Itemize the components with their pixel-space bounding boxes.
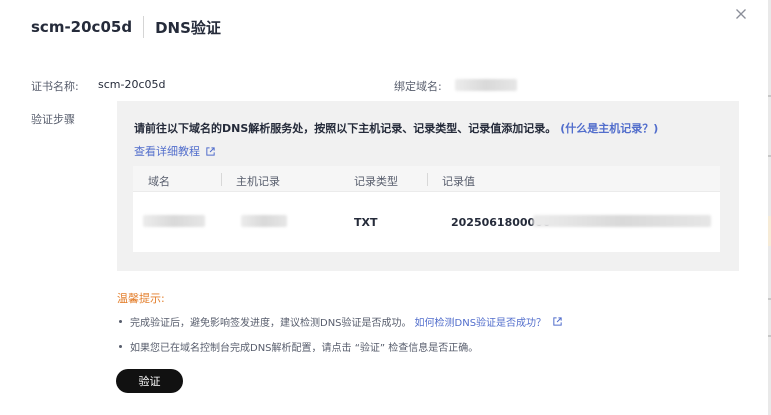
domain-cell-redacted — [143, 215, 205, 227]
dns-verify-dialog: scm-20c05d DNS验证 证书名称: scm-20c05d 绑定域名: … — [0, 0, 771, 415]
bound-domain-value-redacted — [455, 79, 517, 91]
tip2-text: 如果您已在域名控制台完成DNS解析配置，请点击 “验证” 检查信息是否正确。 — [130, 343, 479, 354]
what-is-host-record-link[interactable]: (什么是主机记录？) — [560, 122, 658, 135]
record-value-redacted — [533, 215, 711, 227]
close-button[interactable] — [733, 6, 749, 22]
external-link-icon — [206, 146, 215, 156]
cert-name-value: scm-20c05d — [98, 78, 166, 91]
host-record-cell-redacted — [241, 215, 287, 227]
certificate-id: scm-20c05d — [31, 18, 133, 36]
table-header: 域名 主机记录 记录类型 记录值 — [133, 166, 720, 192]
bound-domain-label: 绑定域名: — [394, 80, 442, 93]
tips-title: 温馨提示: — [117, 292, 165, 305]
tip1-text: 完成验证后，避免影响签发进度，建议检测DNS验证是否成功。 — [130, 318, 412, 329]
dns-instructions-panel: 请前往以下域名的DNS解析服务处，按照以下主机记录、记录类型、记录值添加记录。(… — [117, 101, 739, 271]
tip-item: 完成验证后，避免影响签发进度，建议检测DNS验证是否成功。 如何检测DNS验证是… — [119, 314, 563, 329]
view-tutorial-link[interactable]: 查看详细教程 — [134, 143, 216, 159]
column-host-record: 主机记录 — [236, 175, 280, 188]
column-separator — [221, 173, 222, 186]
bullet-icon — [119, 320, 122, 323]
bullet-icon — [119, 345, 122, 348]
view-tutorial-label: 查看详细教程 — [134, 145, 200, 158]
record-type-cell: TXT — [354, 216, 378, 229]
header-divider — [143, 16, 145, 38]
close-icon — [736, 9, 746, 19]
column-record-value: 记录值 — [442, 175, 475, 188]
dialog-header: scm-20c05d DNS验证 — [31, 14, 221, 40]
verify-steps-label: 验证步骤 — [31, 113, 75, 126]
dns-record-table: 域名 主机记录 记录类型 记录值 TXT 2025061800000 — [133, 166, 720, 252]
column-domain: 域名 — [148, 175, 170, 188]
how-to-check-dns-link[interactable]: 如何检测DNS验证是否成功？ — [415, 314, 547, 329]
tip-item: 如果您已在域名控制台完成DNS解析配置，请点击 “验证” 检查信息是否正确。 — [119, 339, 478, 354]
column-record-type: 记录类型 — [354, 175, 398, 188]
verify-button[interactable]: 验证 — [116, 369, 183, 393]
instruction-text: 请前往以下域名的DNS解析服务处，按照以下主机记录、记录类型、记录值添加记录。(… — [134, 120, 658, 136]
external-link-icon — [553, 317, 562, 326]
cert-name-label: 证书名称: — [31, 80, 79, 93]
column-separator — [427, 173, 428, 186]
dialog-title: DNS验证 — [155, 18, 221, 37]
instruction-main: 请前往以下域名的DNS解析服务处，按照以下主机记录、记录类型、记录值添加记录。 — [134, 122, 557, 135]
